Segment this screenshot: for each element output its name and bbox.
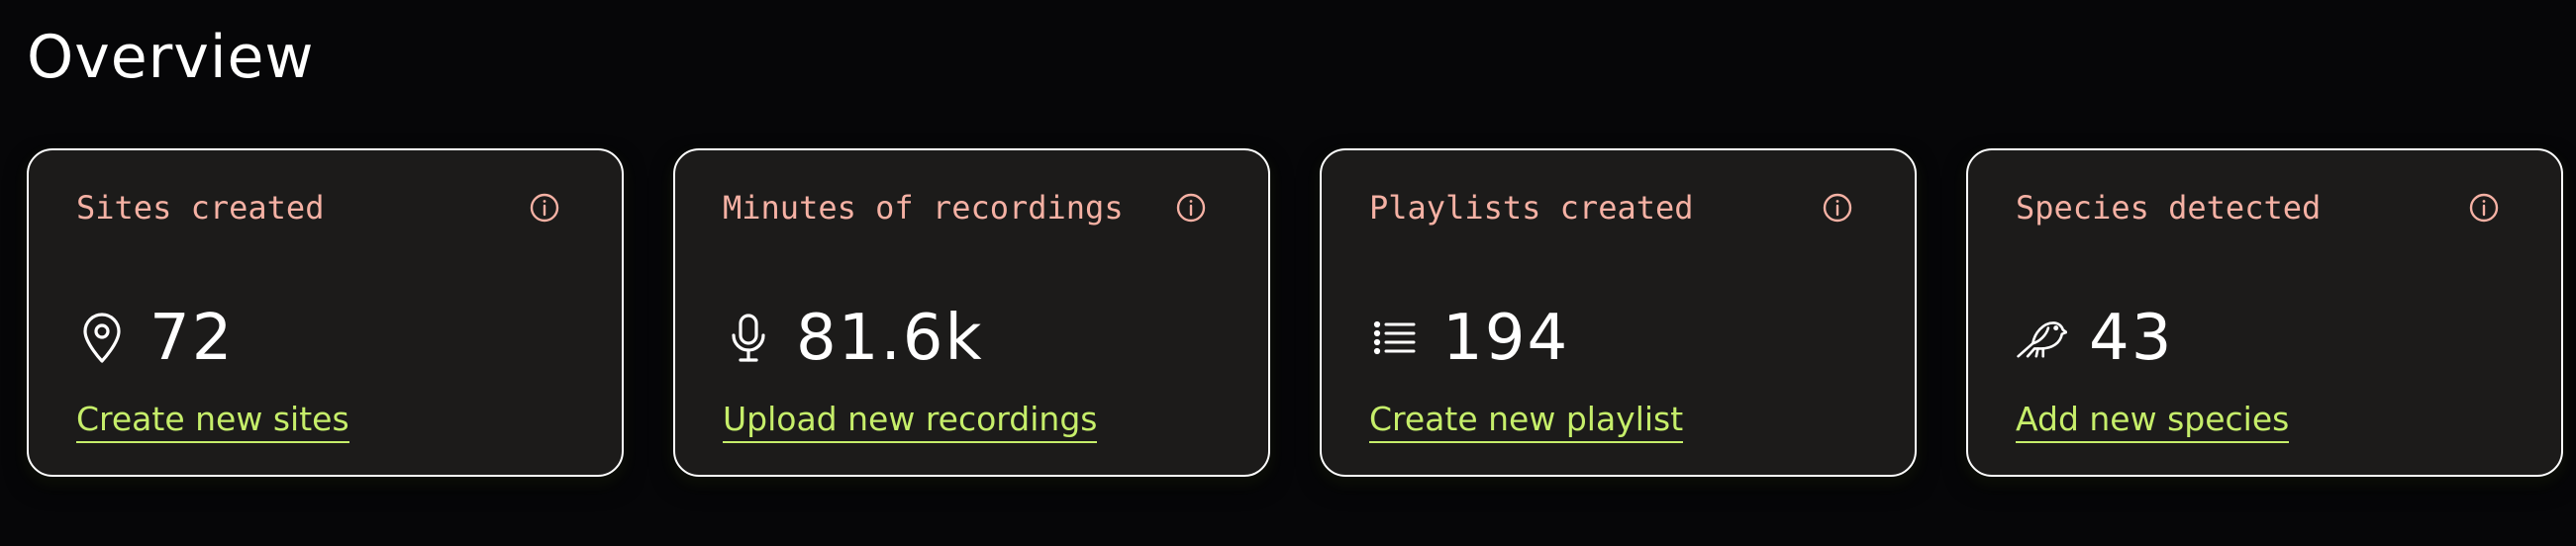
stat-value: 43	[2089, 302, 2174, 375]
card-sites-created: Sites created 72 Create new sites	[27, 148, 624, 477]
create-new-playlist-link[interactable]: Create new playlist	[1369, 400, 1684, 443]
info-icon[interactable]	[2468, 192, 2500, 224]
card-title: Sites created	[76, 189, 325, 227]
bird-icon	[2016, 313, 2067, 364]
info-icon[interactable]	[1175, 192, 1207, 224]
stat-value: 81.6k	[796, 302, 984, 375]
info-icon[interactable]	[1822, 192, 1853, 224]
upload-new-recordings-link[interactable]: Upload new recordings	[723, 400, 1098, 443]
card-title: Playlists created	[1369, 189, 1694, 227]
stat-row: 81.6k	[723, 299, 984, 378]
stat-value: 72	[149, 302, 235, 375]
card-species-detected: Species detected 43 Add new species	[1966, 148, 2563, 477]
stat-value: 194	[1442, 302, 1570, 375]
stat-cards: Sites created 72 Create new sites Minute…	[27, 148, 2563, 477]
add-new-species-link[interactable]: Add new species	[2016, 400, 2290, 443]
card-title: Minutes of recordings	[723, 189, 1124, 227]
list-icon	[1369, 313, 1421, 364]
microphone-icon	[723, 313, 774, 364]
stat-row: 43	[2016, 299, 2173, 378]
stat-row: 72	[76, 299, 234, 378]
stat-row: 194	[1369, 299, 1569, 378]
card-minutes-of-recordings: Minutes of recordings 81.6k Upload new r…	[673, 148, 1270, 477]
map-pin-icon	[76, 313, 128, 364]
card-playlists-created: Playlists created 194 Create new playlis…	[1320, 148, 1917, 477]
create-new-sites-link[interactable]: Create new sites	[76, 400, 349, 443]
info-icon[interactable]	[529, 192, 560, 224]
page-title: Overview	[27, 23, 315, 92]
card-title: Species detected	[2016, 189, 2322, 227]
